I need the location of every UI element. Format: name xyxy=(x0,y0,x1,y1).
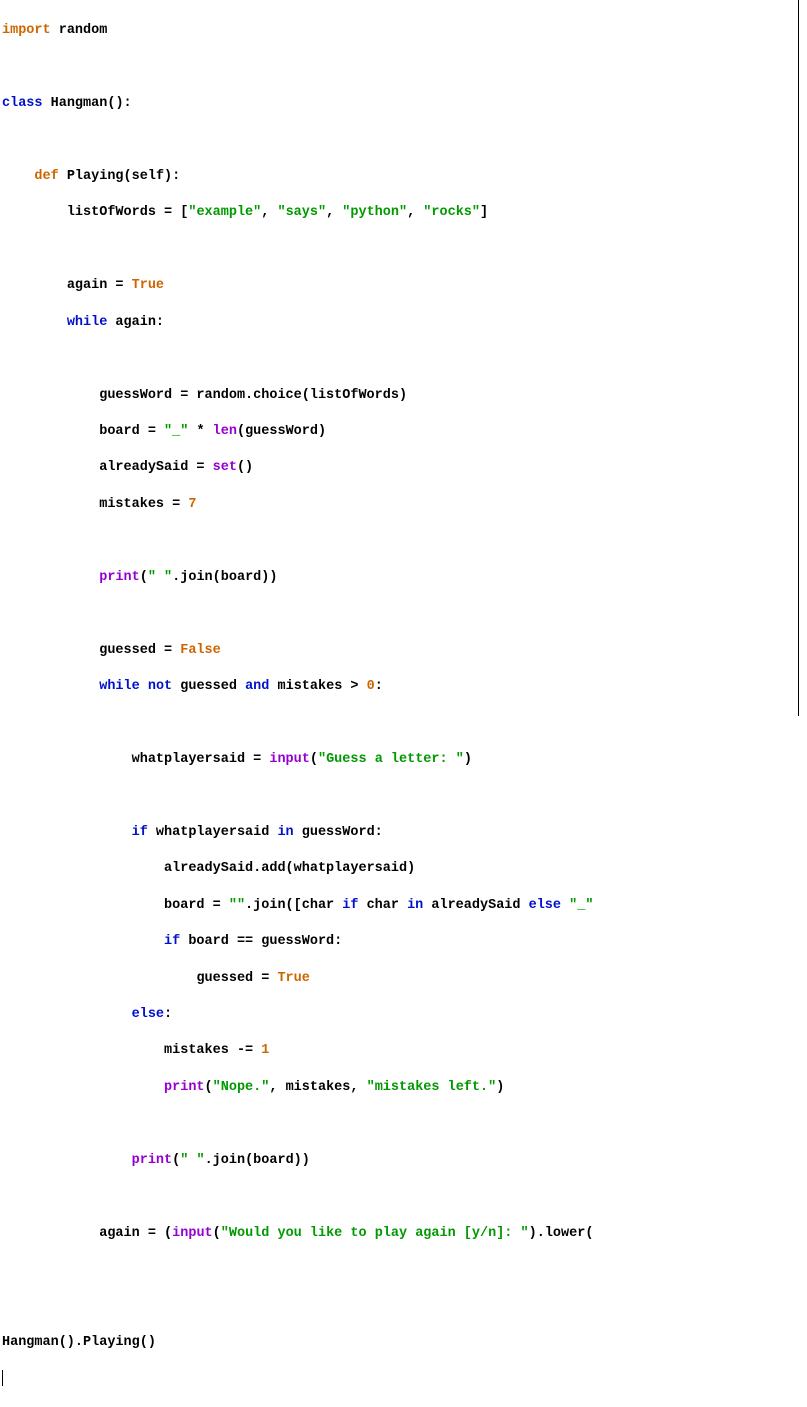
code-line: board = "_" * len(guessWord) xyxy=(2,423,807,441)
keyword-class: class xyxy=(2,96,43,111)
code-line xyxy=(2,787,807,805)
keyword-not: not xyxy=(148,679,172,694)
vertical-divider xyxy=(798,0,799,716)
string-literal: "mistakes left." xyxy=(367,1080,497,1095)
keyword-if: if xyxy=(342,898,358,913)
code-line: whatplayersaid = input("Guess a letter: … xyxy=(2,751,807,769)
code-line: import random xyxy=(2,22,807,40)
code-line: guessWord = random.choice(listOfWords) xyxy=(2,387,807,405)
keyword-and: and xyxy=(245,679,269,694)
builtin-print: print xyxy=(164,1080,205,1095)
code-line: mistakes -= 1 xyxy=(2,1042,807,1060)
keyword-import: import xyxy=(2,23,51,38)
code-line: guessed = True xyxy=(2,970,807,988)
code-line: if board == guessWord: xyxy=(2,933,807,951)
code-line: else: xyxy=(2,1006,807,1024)
builtin-print: print xyxy=(132,1153,173,1168)
code-line xyxy=(2,132,807,150)
code-line: print("Nope.", mistakes, "mistakes left.… xyxy=(2,1079,807,1097)
builtin-print: print xyxy=(99,570,140,585)
code-line: while not guessed and mistakes > 0: xyxy=(2,678,807,696)
code-line: alreadySaid.add(whatplayersaid) xyxy=(2,860,807,878)
keyword-in: in xyxy=(407,898,423,913)
code-line xyxy=(2,532,807,550)
string-literal: " " xyxy=(180,1153,204,1168)
code-line xyxy=(2,59,807,77)
code-line xyxy=(2,605,807,623)
string-literal: "rocks" xyxy=(423,205,480,220)
class-name: Hangman xyxy=(51,96,108,111)
keyword-else: else xyxy=(132,1007,164,1022)
code-line: print(" ".join(board)) xyxy=(2,1152,807,1170)
method-name: Playing xyxy=(67,169,124,184)
code-line: Hangman().Playing() xyxy=(2,1334,807,1352)
string-literal: "_" xyxy=(569,898,593,913)
code-line: listOfWords = ["example", "says", "pytho… xyxy=(2,204,807,222)
code-line: alreadySaid = set() xyxy=(2,459,807,477)
code-line xyxy=(2,1370,807,1388)
string-literal: "" xyxy=(229,898,245,913)
code-line xyxy=(2,1188,807,1206)
code-line: if whatplayersaid in guessWord: xyxy=(2,824,807,842)
number-literal: 0 xyxy=(367,679,375,694)
keyword-true: True xyxy=(132,278,164,293)
code-line: def Playing(self): xyxy=(2,168,807,186)
code-line: again = True xyxy=(2,277,807,295)
module-name: random xyxy=(59,23,108,38)
keyword-else: else xyxy=(529,898,561,913)
string-literal: "_" xyxy=(164,424,188,439)
builtin-input: input xyxy=(172,1226,213,1241)
keyword-if: if xyxy=(164,934,180,949)
code-line: board = "".join([char if char in already… xyxy=(2,897,807,915)
code-line: while again: xyxy=(2,314,807,332)
keyword-false: False xyxy=(180,643,221,658)
string-literal: "says" xyxy=(277,205,326,220)
keyword-if: if xyxy=(132,825,148,840)
builtin-set: set xyxy=(213,460,237,475)
builtin-input: input xyxy=(269,752,310,767)
string-literal: "Nope." xyxy=(213,1080,270,1095)
string-literal: "example" xyxy=(188,205,261,220)
code-line xyxy=(2,350,807,368)
keyword-in: in xyxy=(277,825,293,840)
code-line xyxy=(2,1298,807,1316)
string-literal: "Would you like to play again [y/n]: " xyxy=(221,1226,529,1241)
keyword-while: while xyxy=(67,315,108,330)
code-line xyxy=(2,1115,807,1133)
string-literal: " " xyxy=(148,570,172,585)
string-literal: "Guess a letter: " xyxy=(318,752,464,767)
number-literal: 7 xyxy=(188,497,196,512)
keyword-def: def xyxy=(34,169,58,184)
keyword-while: while xyxy=(99,679,140,694)
code-line: mistakes = 7 xyxy=(2,496,807,514)
text-cursor-icon xyxy=(2,1370,3,1386)
number-literal: 1 xyxy=(261,1043,269,1058)
code-line xyxy=(2,1261,807,1279)
code-line xyxy=(2,241,807,259)
code-editor[interactable]: import random class Hangman(): def Playi… xyxy=(0,0,807,1407)
code-line: print(" ".join(board)) xyxy=(2,569,807,587)
keyword-true: True xyxy=(277,971,309,986)
code-line xyxy=(2,715,807,733)
code-line: guessed = False xyxy=(2,642,807,660)
string-literal: "python" xyxy=(342,205,407,220)
code-line: class Hangman(): xyxy=(2,95,807,113)
builtin-len: len xyxy=(213,424,237,439)
code-line: again = (input("Would you like to play a… xyxy=(2,1225,807,1243)
